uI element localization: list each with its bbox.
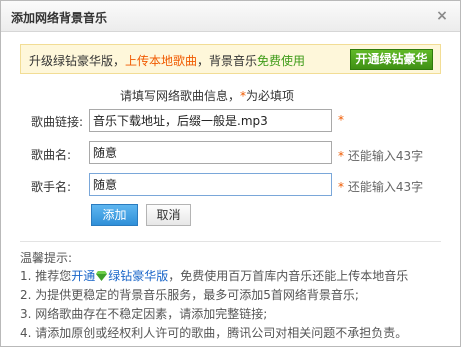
banner-upload-local: 上传本地歌曲 [125, 54, 198, 68]
banner-text-1: 升级绿钻豪华版， [29, 54, 126, 68]
song-link-label: 歌曲链接: [31, 115, 84, 129]
dialog-titlebar: 添加网络背景音乐 × [1, 1, 460, 32]
form-hint-suffix: 为必填项 [246, 89, 295, 103]
singer-label: 歌手名: [31, 180, 72, 194]
tip-1-open-link[interactable]: 开通 [71, 269, 95, 283]
banner-text-3: ，背景音乐 [197, 54, 258, 68]
green-diamond-icon [96, 271, 108, 281]
song-name-star: * [338, 149, 344, 163]
form-hint-text: 请填写网络歌曲信息， [120, 89, 241, 103]
song-link-required: * [338, 113, 344, 127]
tip-1-suffix: ，免费使用百万首库内音乐还能上传本地音乐 [168, 269, 409, 283]
banner-text: 升级绿钻豪华版，上传本地歌曲，背景音乐免费使用 [29, 52, 305, 69]
singer-star: * [338, 180, 344, 194]
banner-free-use: 免费使用 [257, 54, 306, 68]
tip-1: 1. 推荐您开通 绿钻豪华版，免费使用百万首库内音乐还能上传本地音乐 [20, 267, 408, 284]
tip-4: 4. 请添加原创或经权利人许可的歌曲，腾讯公司对相关问题不承担负责。 [20, 326, 408, 340]
close-icon[interactable]: × [433, 7, 451, 25]
tip-1-prefix: 1. 推荐您 [20, 269, 72, 283]
dialog-title: 添加网络背景音乐 [11, 11, 108, 25]
open-vip-button[interactable]: 开通绿钻豪华 [350, 49, 433, 70]
tip-3: 3. 网络歌曲存在不稳定因素，请添加完整链接; [20, 307, 268, 321]
cancel-button[interactable]: 取消 [146, 204, 191, 226]
form-hint: 请填写网络歌曲信息，*为必填项 [120, 87, 294, 104]
song-name-input[interactable] [89, 141, 332, 164]
add-music-dialog: 添加网络背景音乐 × 升级绿钻豪华版，上传本地歌曲，背景音乐免费使用 开通绿钻豪… [0, 0, 461, 347]
add-button[interactable]: 添加 [91, 204, 138, 226]
tip-1-vip-link[interactable]: 绿钻豪华版 [108, 269, 168, 283]
singer-required: * 还能输入43字 [338, 178, 423, 195]
vip-upgrade-banner: 升级绿钻豪华版，上传本地歌曲，背景音乐免费使用 开通绿钻豪华 [20, 44, 441, 74]
song-name-required: * 还能输入43字 [338, 147, 423, 164]
tip-2: 2. 为提供更稳定的背景音乐服务，最多可添加5首网络背景音乐; [20, 288, 359, 302]
singer-input[interactable] [89, 173, 332, 196]
song-name-char-count: 还能输入43字 [347, 149, 424, 163]
singer-char-count: 还能输入43字 [347, 180, 424, 194]
song-link-input[interactable] [89, 109, 332, 132]
divider [20, 241, 441, 242]
tips-title: 温馨提示: [20, 251, 73, 265]
song-name-label: 歌曲名: [31, 148, 72, 162]
